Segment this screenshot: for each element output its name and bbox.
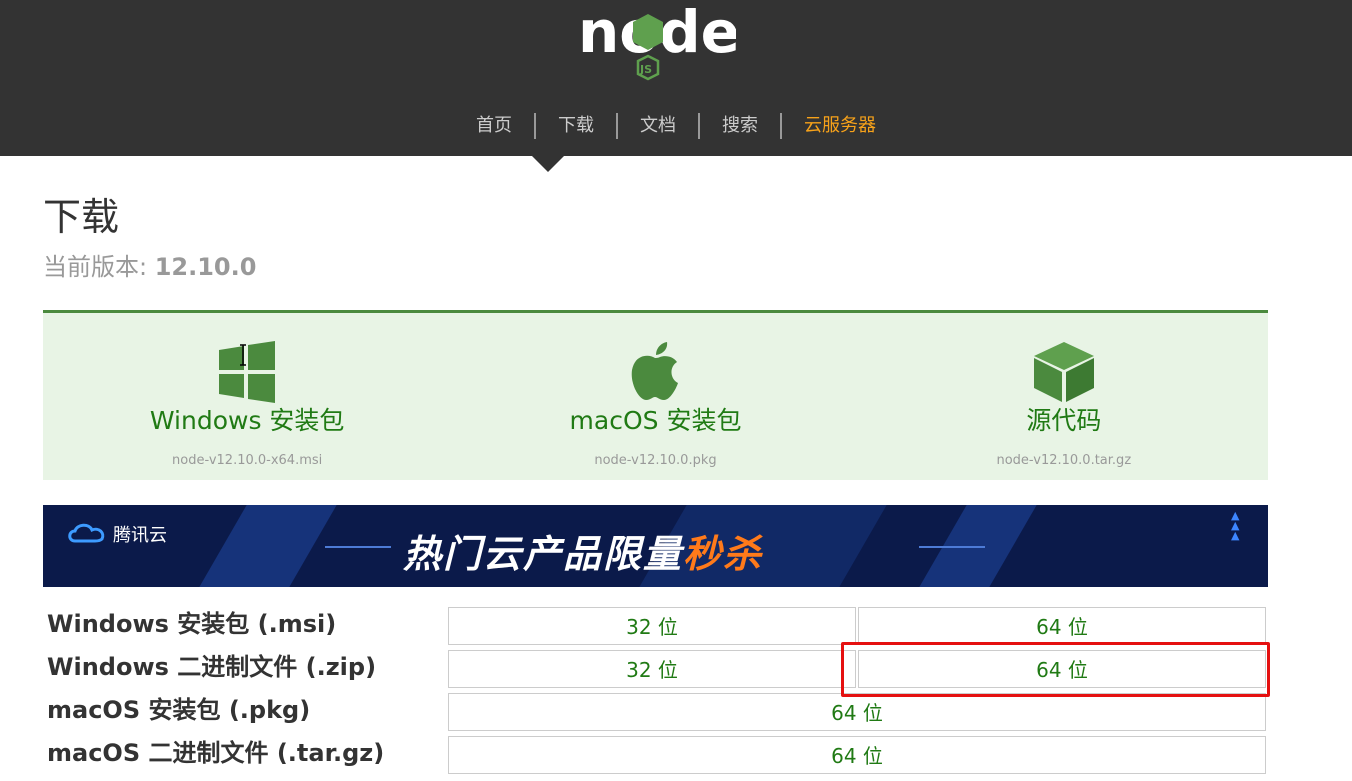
nav-docs[interactable]: 文档 [618,113,700,139]
version-number: 12.10.0 [154,253,257,281]
download-cell-msi-64[interactable]: 64 位 [858,607,1266,645]
tencent-cloud-icon [68,523,105,543]
active-nav-indicator [532,156,564,172]
download-macos-file: node-v12.10.0.pkg [594,453,717,468]
download-options: Windows 安装包 node-v12.10.0-x64.msi macOS … [43,310,1268,480]
windows-icon [219,341,276,403]
site-header: node JS 首页 下载 文档 搜索 云服务器 [0,0,1352,156]
nav-cloud-server[interactable]: 云服务器 [782,113,898,139]
banner-line [325,546,391,548]
banner-arrows-icon: ▲ ▲ ▲ [1231,509,1240,542]
row-label: macOS 安装包 (.pkg) [47,696,311,724]
apple-icon [632,342,679,400]
banner-line [919,546,985,548]
download-cell-targz-64[interactable]: 64 位 [448,736,1266,774]
svg-text:JS: JS [639,63,652,76]
download-windows[interactable]: Windows 安装包 node-v12.10.0-x64.msi [43,313,451,480]
cube-icon [1033,342,1094,402]
ad-banner[interactable]: 腾讯云 热门云产品限量秒杀 ▲ ▲ ▲ [43,505,1268,587]
download-cell-zip-32[interactable]: 32 位 [448,650,856,688]
nodejs-logo[interactable]: node JS [576,0,736,95]
main-nav: 首页 下载 文档 搜索 云服务器 [0,108,1352,144]
download-windows-label[interactable]: Windows 安装包 [43,403,451,439]
table-row: macOS 二进制文件 (.tar.gz) 64 位 [43,734,1268,774]
download-macos[interactable]: macOS 安装包 node-v12.10.0.pkg [451,313,859,480]
table-row: Windows 安装包 (.msi) 32 位 64 位 [43,605,1268,645]
nav-home[interactable]: 首页 [454,113,536,139]
download-cell-pkg-64[interactable]: 64 位 [448,693,1266,731]
download-macos-label[interactable]: macOS 安装包 [451,403,859,439]
download-windows-file: node-v12.10.0-x64.msi [172,453,323,468]
download-source-file: node-v12.10.0.tar.gz [996,453,1132,468]
row-label: macOS 二进制文件 (.tar.gz) [47,739,385,767]
highlight-box [841,642,1270,697]
banner-stripe [199,505,337,587]
text-cursor-icon [240,344,246,366]
download-cell-msi-32[interactable]: 32 位 [448,607,856,645]
banner-brand: 腾讯云 [113,525,167,546]
banner-headline: 热门云产品限量秒杀 [403,532,764,576]
row-label: Windows 二进制文件 (.zip) [47,653,377,681]
current-version: 当前版本: 12.10.0 [43,253,257,281]
download-source[interactable]: 源代码 node-v12.10.0.tar.gz [860,313,1268,480]
nav-search[interactable]: 搜索 [700,113,782,139]
page-title: 下载 [43,195,120,239]
nav-download[interactable]: 下载 [536,113,618,139]
row-label: Windows 安装包 (.msi) [47,610,337,638]
download-source-label[interactable]: 源代码 [860,403,1268,439]
